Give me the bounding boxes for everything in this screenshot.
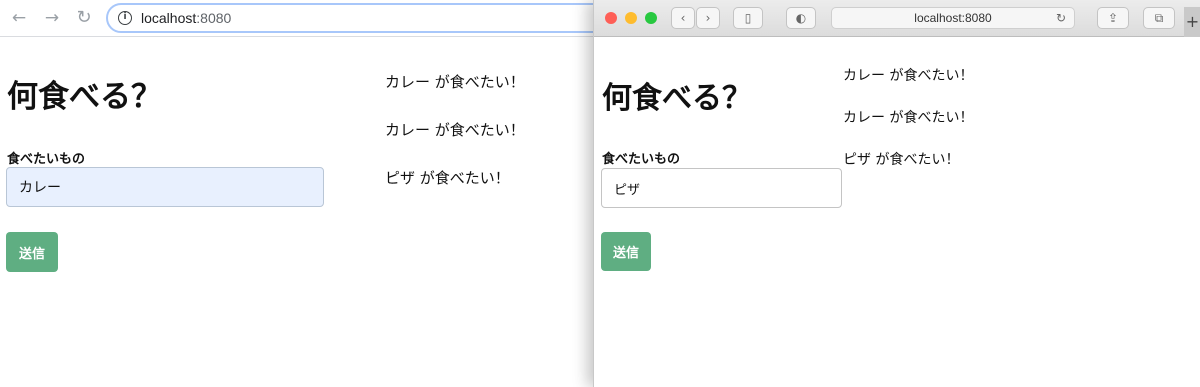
sidebar-icon[interactable]: ▯ — [733, 7, 763, 29]
shield-icon[interactable]: ◐ — [786, 7, 816, 29]
share-icon[interactable]: ⇪ — [1097, 7, 1129, 29]
page-title: 何食べる？ — [7, 79, 162, 115]
reload-icon[interactable]: ↻ — [72, 6, 96, 30]
info-icon[interactable]: i — [118, 11, 132, 25]
food-input[interactable]: カレー — [6, 167, 324, 207]
submit-button[interactable]: 送信 — [601, 232, 651, 271]
food-input[interactable]: ピザ — [601, 168, 842, 208]
food-field-label: 食べたいもの — [7, 152, 86, 167]
arrow-left-icon[interactable]: ← — [7, 6, 31, 30]
chrome-toolbar: ← → ↻ i localhost:8080 — [0, 0, 600, 37]
submit-button[interactable]: 送信 — [6, 232, 58, 272]
result-item: ピザ が食べたい！ — [385, 169, 510, 187]
safari-window: ‹ › ▯ ◐ localhost:8080 ↻ ⇪ ⧉ + 何食べる？ 食べた… — [593, 0, 1200, 387]
arrow-right-icon[interactable]: → — [40, 6, 64, 30]
result-item: カレー が食べたい！ — [843, 110, 974, 126]
page-content: 何食べる？ 食べたいもの ピザ 送信 カレー が食べたい！ カレー が食べたい！… — [594, 37, 1200, 387]
tabs-overview-icon[interactable]: ⧉ — [1143, 7, 1175, 29]
desktop: ← → ↻ i localhost:8080 何食べる？ 食べたいもの カレー … — [0, 0, 1200, 387]
result-item: カレー が食べたい！ — [385, 73, 525, 91]
page-content: 何食べる？ 食べたいもの カレー 送信 カレー が食べたい！ カレー が食べたい… — [0, 37, 600, 387]
address-text: localhost:8080 — [141, 10, 231, 26]
result-item: ピザ が食べたい！ — [843, 152, 960, 168]
chevron-right-icon[interactable]: › — [696, 7, 720, 29]
page-title: 何食べる？ — [602, 81, 752, 116]
new-tab-icon[interactable]: + — [1184, 7, 1200, 37]
food-field-label: 食べたいもの — [602, 152, 681, 167]
address-port: :8080 — [196, 10, 232, 26]
address-bar[interactable]: i localhost:8080 — [106, 3, 600, 33]
minimize-window-button[interactable] — [625, 12, 637, 24]
close-window-button[interactable] — [605, 12, 617, 24]
zoom-window-button[interactable] — [645, 12, 657, 24]
address-bar[interactable]: localhost:8080 ↻ — [831, 7, 1075, 29]
result-item: カレー が食べたい！ — [385, 121, 525, 139]
chevron-left-icon[interactable]: ‹ — [671, 7, 695, 29]
result-item: カレー が食べたい！ — [843, 68, 974, 84]
safari-toolbar: ‹ › ▯ ◐ localhost:8080 ↻ ⇪ ⧉ + — [594, 0, 1200, 37]
chrome-window: ← → ↻ i localhost:8080 何食べる？ 食べたいもの カレー … — [0, 0, 600, 387]
address-text: localhost:8080 — [914, 11, 992, 25]
address-host: localhost — [141, 10, 197, 26]
reload-icon[interactable]: ↻ — [1056, 8, 1066, 28]
